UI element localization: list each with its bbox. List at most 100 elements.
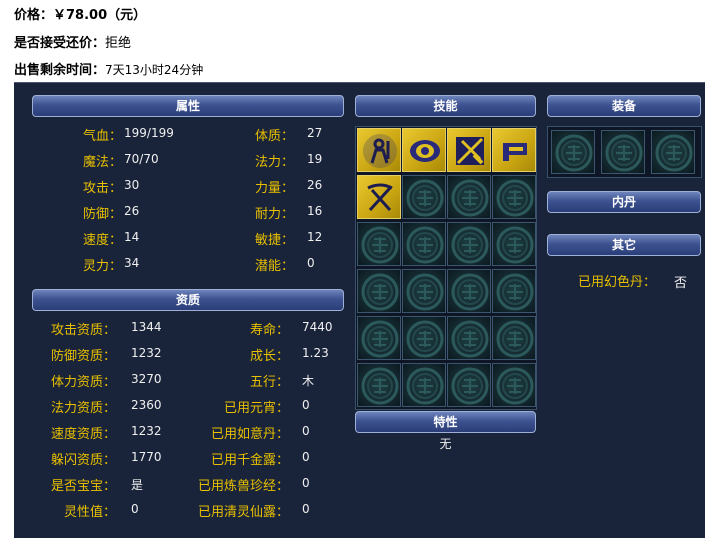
bargain-value: 拒绝 xyxy=(105,36,132,51)
empty-skill-slot xyxy=(447,363,491,407)
aptitude-label: 寿命： xyxy=(249,323,289,338)
empty-skill-slot xyxy=(357,222,401,266)
attr-value: 26 xyxy=(307,178,323,192)
attr-label: 法力： xyxy=(254,155,294,170)
attr-value: 30 xyxy=(124,178,140,192)
attr-value: 34 xyxy=(124,256,140,270)
attr-value: 26 xyxy=(124,204,140,218)
attr-label: 气血： xyxy=(82,129,122,144)
price-value: ￥78.00（元） xyxy=(53,8,147,23)
attr-value: 199/199 xyxy=(124,126,174,140)
aptitude-value: 2360 xyxy=(131,398,162,412)
attr-value: 27 xyxy=(307,126,323,140)
attributes-header: 属性 xyxy=(32,95,344,117)
skills-grid xyxy=(355,126,537,410)
aptitude-label: 躲闪资质： xyxy=(50,453,116,468)
attr-value: 0 xyxy=(307,256,315,270)
price-line: 价格：￥78.00（元） xyxy=(14,4,146,23)
empty-skill-slot xyxy=(447,316,491,360)
aptitude-value: 0 xyxy=(302,502,310,516)
attr-label: 潜能： xyxy=(254,259,294,274)
equipment-header: 装备 xyxy=(547,95,701,117)
skill-icon-5[interactable] xyxy=(357,175,401,219)
trait-value: 无 xyxy=(439,437,452,451)
attr-label: 魔法： xyxy=(82,155,122,170)
empty-skill-slot xyxy=(402,316,446,360)
time-line: 出售剩余时间：7天13小时24分钟 xyxy=(14,59,203,78)
empty-skill-slot xyxy=(492,222,536,266)
aptitude-value: 1344 xyxy=(131,320,162,334)
aptitude-value: 0 xyxy=(302,450,310,464)
empty-skill-slot xyxy=(357,316,401,360)
aptitude-value: 1232 xyxy=(131,424,162,438)
aptitude-value: 0 xyxy=(131,502,139,516)
empty-skill-slot xyxy=(492,269,536,313)
skill-icon-3[interactable] xyxy=(447,128,491,172)
aptitude-label: 成长： xyxy=(249,349,289,364)
bargain-label: 是否接受还价： xyxy=(14,36,106,51)
aptitude-value: 0 xyxy=(302,398,310,412)
aptitude-label: 法力资质： xyxy=(50,401,116,416)
aptitude-value: 3270 xyxy=(131,372,162,386)
aptitude-label: 体力资质： xyxy=(50,375,116,390)
attr-label: 攻击： xyxy=(82,181,122,196)
attr-label: 速度： xyxy=(82,233,122,248)
skill-icon-1[interactable] xyxy=(357,128,401,172)
other-header: 其它 xyxy=(547,234,701,256)
attr-value: 12 xyxy=(307,230,323,244)
empty-skill-slot xyxy=(357,363,401,407)
aptitude-label: 已用千金露： xyxy=(210,453,289,468)
bargain-line: 是否接受还价：拒绝 xyxy=(14,32,131,51)
empty-skill-slot xyxy=(402,269,446,313)
attr-value: 19 xyxy=(307,152,323,166)
equipment-slot[interactable] xyxy=(651,130,695,174)
aptitude-value: 1.23 xyxy=(302,346,329,360)
skills-header: 技能 xyxy=(355,95,536,117)
equipment-slot[interactable] xyxy=(601,130,645,174)
time-value: 7天13小时24分钟 xyxy=(105,63,204,77)
empty-skill-slot xyxy=(492,316,536,360)
equipment-slot[interactable] xyxy=(551,130,595,174)
attr-label: 防御： xyxy=(82,207,122,222)
aptitude-label: 已用清灵仙露： xyxy=(197,505,289,520)
attr-label: 体质： xyxy=(254,129,294,144)
empty-skill-slot xyxy=(447,222,491,266)
aptitude-label: 防御资质： xyxy=(50,349,116,364)
aptitude-label: 灵性值： xyxy=(63,505,116,520)
empty-skill-slot xyxy=(447,269,491,313)
skill-icon-4[interactable] xyxy=(492,128,536,172)
skill-icon-2[interactable] xyxy=(402,128,446,172)
aptitude-value: 1232 xyxy=(131,346,162,360)
neidan-header: 内丹 xyxy=(547,191,701,213)
attr-value: 16 xyxy=(307,204,323,218)
time-label: 出售剩余时间： xyxy=(14,63,106,78)
attr-value: 70/70 xyxy=(124,152,159,166)
aptitude-label: 五行： xyxy=(249,375,289,390)
price-label: 价格： xyxy=(14,8,54,23)
trait-header: 特性 xyxy=(355,411,536,433)
aptitude-label: 是否宝宝： xyxy=(50,479,116,494)
aptitude-label: 速度资质： xyxy=(50,427,116,442)
attr-label: 灵力： xyxy=(82,259,122,274)
attr-value: 14 xyxy=(124,230,140,244)
empty-skill-slot xyxy=(447,175,491,219)
empty-skill-slot xyxy=(402,222,446,266)
attr-label: 敏捷： xyxy=(254,233,294,248)
aptitude-value: 木 xyxy=(302,374,315,388)
aptitude-label: 已用炼兽珍经： xyxy=(197,479,289,494)
pet-detail-panel: 属性 气血： 199/199 体质： 27 魔法： 70/70 法力： 19 攻击： 30 力量： 2… xyxy=(14,82,705,538)
aptitude-header: 资质 xyxy=(32,289,344,311)
empty-skill-slot xyxy=(402,363,446,407)
aptitude-value: 7440 xyxy=(302,320,333,334)
aptitude-label: 已用如意丹： xyxy=(210,427,289,442)
equipment-grid xyxy=(547,126,702,178)
aptitude-label: 攻击资质： xyxy=(50,323,116,338)
empty-skill-slot xyxy=(492,363,536,407)
aptitude-value: 0 xyxy=(302,476,310,490)
aptitude-value: 0 xyxy=(302,424,310,438)
aptitude-label: 已用元宵： xyxy=(223,401,289,416)
aptitude-value: 1770 xyxy=(131,450,162,464)
attr-label: 力量： xyxy=(254,181,294,196)
other-value: 否 xyxy=(674,276,688,291)
attr-label: 耐力： xyxy=(254,207,294,222)
